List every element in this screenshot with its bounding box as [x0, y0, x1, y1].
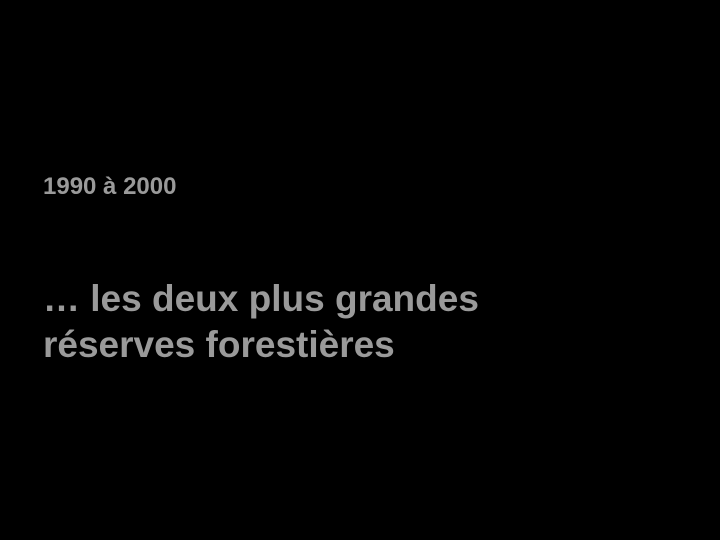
headline-line-1: … les deux plus grandes [43, 278, 479, 319]
headline-line-2: réserves forestières [43, 324, 395, 365]
date-range-label: 1990 à 2000 [43, 173, 177, 200]
slide: 1990 à 2000 … les deux plus grandes rése… [0, 0, 720, 540]
slide-headline: … les deux plus grandes réserves foresti… [43, 276, 683, 368]
